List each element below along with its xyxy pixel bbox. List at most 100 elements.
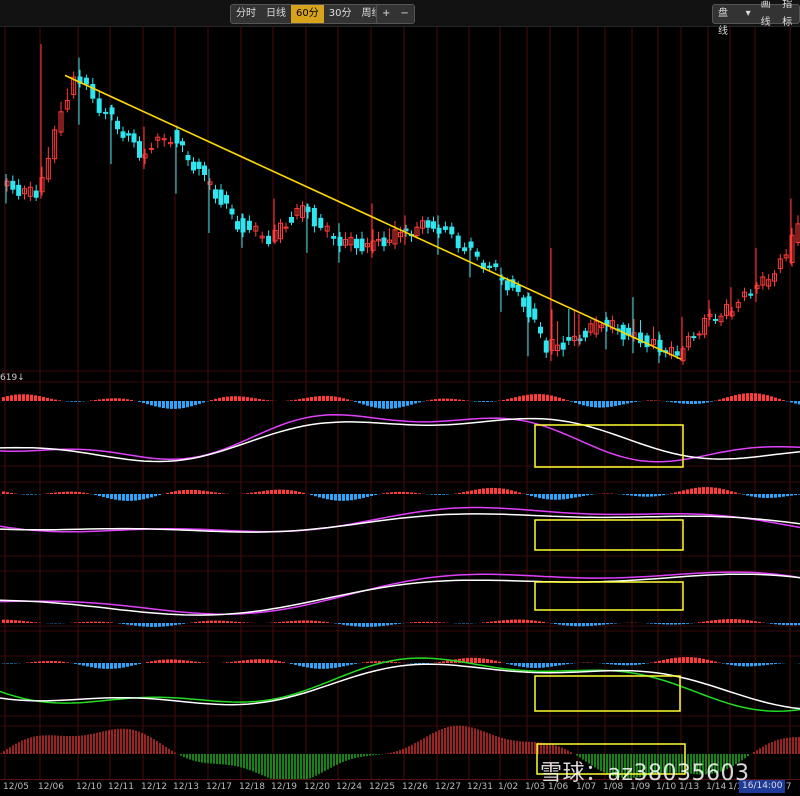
macd-bar (770, 396, 773, 401)
macd-bar (150, 401, 153, 405)
macd-bar (54, 400, 57, 401)
macd-bar (158, 623, 161, 627)
x-tick-label: 12/06 (38, 782, 64, 792)
macd-bar (778, 623, 781, 625)
tab-intraday[interactable]: 分时 (231, 5, 261, 23)
macd-bar (86, 663, 89, 666)
macd-bar (258, 492, 261, 494)
macd-bar (586, 401, 589, 406)
macd-bar (250, 398, 253, 401)
x-tick-label: 12/17 (206, 782, 232, 792)
macd-bar (758, 394, 761, 401)
tab-60min[interactable]: 60分 (291, 5, 324, 23)
macd-bar (282, 622, 285, 623)
macd-bar (206, 491, 209, 494)
macd-bar (294, 663, 297, 665)
macd-bar (114, 398, 117, 401)
macd-bar (394, 492, 397, 494)
chevron-down-icon[interactable]: ▾ (741, 5, 756, 23)
macd-bar (262, 400, 265, 401)
macd-bar (310, 663, 313, 668)
macd-bar (718, 620, 721, 623)
macd-bar (202, 491, 205, 494)
macd-bar (106, 663, 109, 669)
macd-bar (562, 623, 565, 625)
candle-body (116, 121, 120, 128)
macd-bar (166, 623, 169, 626)
macd-bar (430, 494, 433, 495)
chart-area (0, 26, 800, 779)
macd-bar (558, 663, 561, 665)
tab-30min[interactable]: 30分 (324, 5, 357, 23)
macd-bar (374, 401, 377, 408)
candle-body (312, 208, 316, 225)
macd-bar (306, 620, 309, 623)
zoom-out-button[interactable]: − (395, 5, 413, 23)
macd-bar (390, 492, 393, 494)
macd-bar (778, 399, 781, 401)
macd-bar (774, 398, 777, 401)
macd-bar (670, 623, 673, 625)
macd-bar (550, 494, 553, 500)
macd-bar (58, 492, 61, 494)
macd-bar (626, 663, 629, 665)
macd-bar (730, 491, 733, 494)
candle-body (203, 166, 207, 175)
macd-bar (94, 622, 97, 623)
macd-bar (682, 401, 685, 404)
macd-bar (658, 623, 661, 624)
macd-bar (794, 494, 797, 495)
macd-bar (58, 661, 61, 663)
macd-bar (30, 494, 33, 495)
macd-bar (634, 494, 637, 496)
macd-bar (310, 621, 313, 623)
macd-bar (558, 494, 561, 500)
macd-bar (294, 621, 297, 623)
macd-bar (434, 622, 437, 623)
macd-bar (98, 663, 101, 668)
candle-body (475, 252, 479, 256)
macd-bar (50, 661, 53, 663)
macd-bar (594, 623, 597, 626)
macd-bar (90, 400, 93, 401)
candle-body (463, 248, 467, 251)
macd-bar (222, 493, 225, 494)
macd-bar (738, 394, 741, 401)
macd-bar (506, 489, 509, 494)
macd-bar (334, 663, 337, 668)
macd-bar (778, 494, 781, 497)
tab-daily[interactable]: 日线 (261, 5, 291, 23)
macd-bar (390, 662, 393, 663)
macd-bar (670, 658, 673, 663)
macd-bar (698, 487, 701, 494)
macd-bar (158, 401, 161, 407)
macd-bar (78, 492, 81, 494)
macd-bar (22, 621, 25, 623)
macd-bar (726, 397, 729, 401)
macd-bar (414, 493, 417, 494)
macd-bar (562, 663, 565, 665)
macd-bar (722, 489, 725, 494)
macd-bar (370, 494, 373, 496)
macd-bar (174, 623, 177, 625)
macd-bar (174, 401, 177, 409)
x-tick-label: 12/10 (76, 782, 102, 792)
macd-bar (38, 661, 41, 663)
zoom-in-button[interactable]: + (377, 5, 395, 23)
macd-bar (546, 663, 549, 667)
macd-bar (750, 393, 753, 401)
macd-bar (38, 396, 41, 401)
macd-bar (118, 663, 121, 668)
macd-bar (310, 494, 313, 495)
macd-bar (490, 488, 493, 494)
macd-bar (6, 620, 9, 623)
macd-bar (134, 494, 137, 501)
macd-bar (518, 620, 521, 623)
macd-bar (690, 657, 693, 663)
macd-bar (398, 401, 401, 408)
macd-bar (754, 393, 757, 401)
macd-bar (174, 491, 177, 494)
macd-bar (714, 488, 717, 494)
macd-bar (338, 397, 341, 401)
macd-bar (290, 490, 293, 494)
